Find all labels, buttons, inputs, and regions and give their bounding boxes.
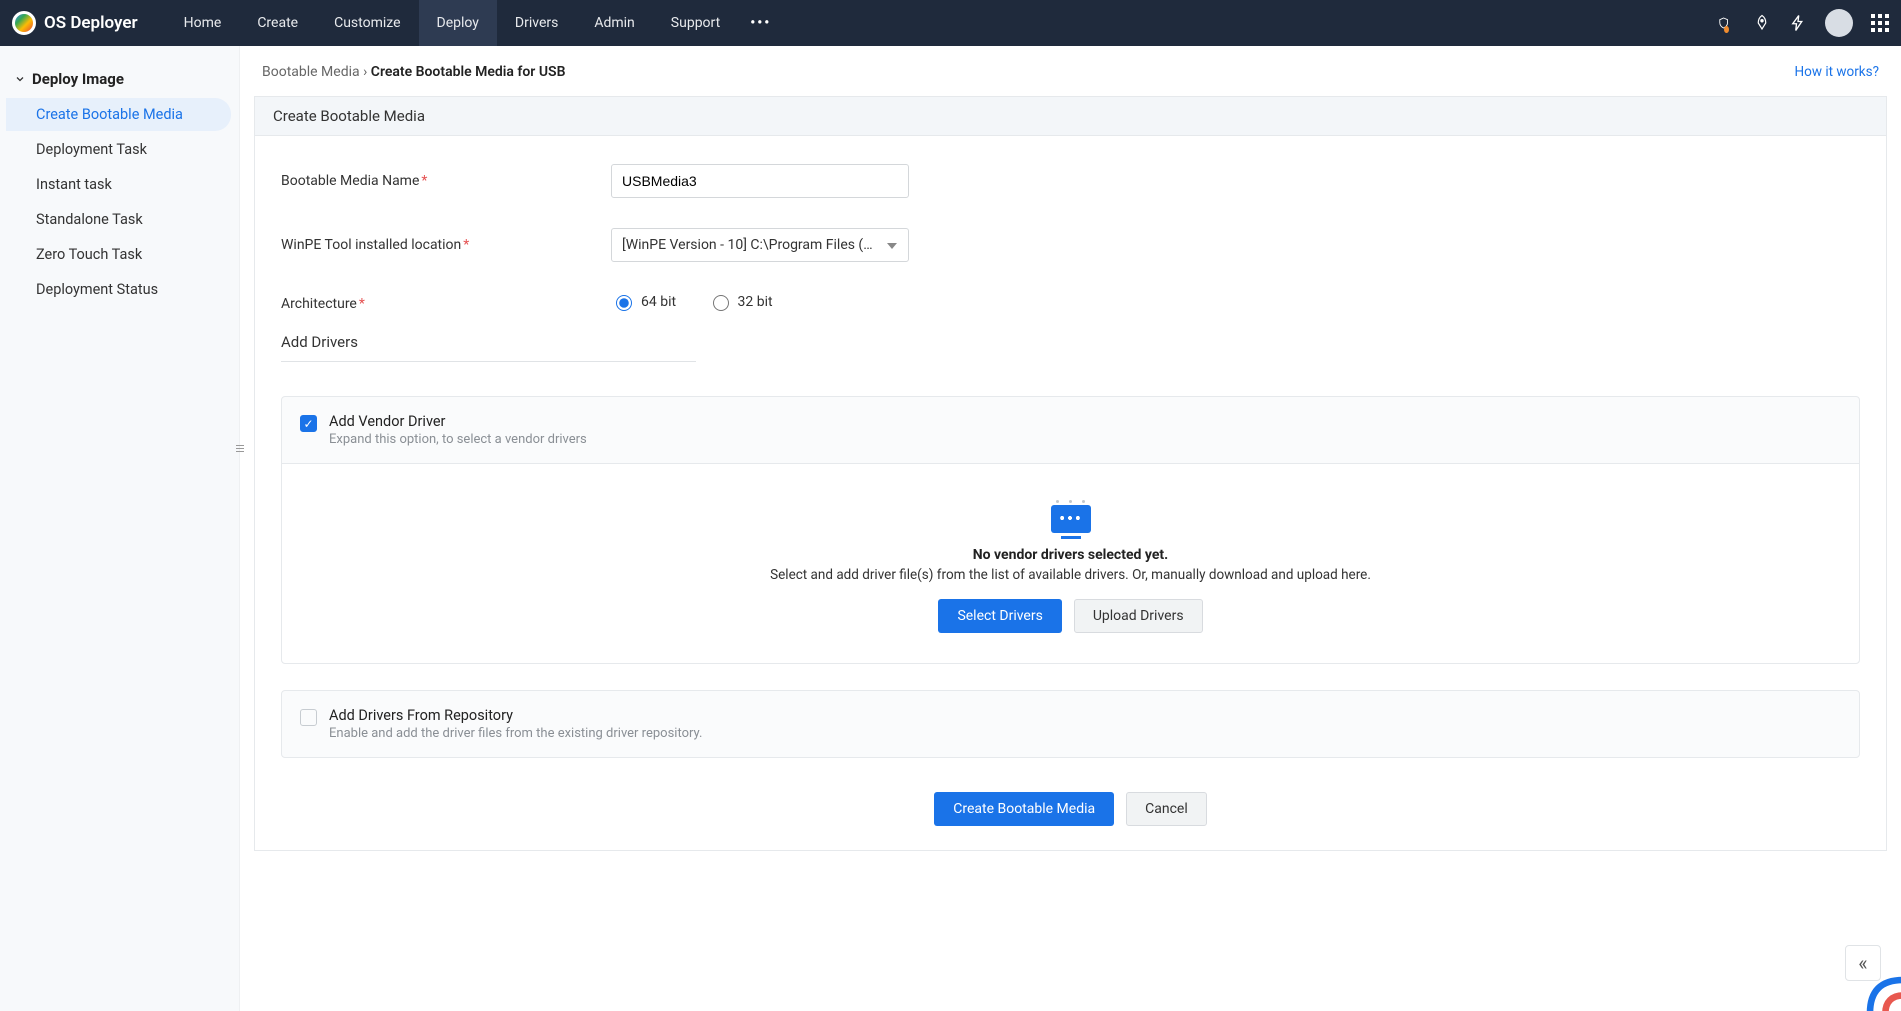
empty-drivers-title: No vendor drivers selected yet. xyxy=(302,547,1839,563)
winpe-location-select[interactable]: [WinPE Version - 10] C:\Program Files (x… xyxy=(611,228,909,262)
empty-monitor-icon xyxy=(1051,505,1091,533)
vendor-driver-checkbox[interactable] xyxy=(300,415,317,432)
nav-support[interactable]: Support xyxy=(653,0,738,46)
bolt-icon[interactable] xyxy=(1789,14,1807,32)
shield-icon[interactable] xyxy=(1717,14,1735,32)
nav-deploy[interactable]: Deploy xyxy=(419,0,497,46)
nav-admin[interactable]: Admin xyxy=(576,0,652,46)
sidebar-group-header[interactable]: Deploy Image xyxy=(0,64,239,94)
empty-drivers-subtitle: Select and add driver file(s) from the l… xyxy=(302,567,1839,583)
topbar-right xyxy=(1717,9,1889,37)
content-area: Bootable Media › Create Bootable Media f… xyxy=(240,46,1901,1011)
upload-drivers-button[interactable]: Upload Drivers xyxy=(1074,599,1203,633)
create-bootable-media-button[interactable]: Create Bootable Media xyxy=(934,792,1114,826)
nav-drivers[interactable]: Drivers xyxy=(497,0,576,46)
architecture-label: Architecture* xyxy=(281,296,611,312)
winpe-location-label: WinPE Tool installed location* xyxy=(281,237,611,253)
empty-dots-icon xyxy=(302,500,1839,503)
sidebar: Deploy Image Create Bootable Media Deplo… xyxy=(0,46,240,1011)
breadcrumb-separator: › xyxy=(363,64,371,80)
media-name-input[interactable] xyxy=(611,164,909,198)
repo-driver-block: Add Drivers From Repository Enable and a… xyxy=(281,690,1860,758)
sidebar-item-zero-touch-task[interactable]: Zero Touch Task xyxy=(6,238,231,271)
nav-customize[interactable]: Customize xyxy=(316,0,418,46)
sidebar-item-create-bootable-media[interactable]: Create Bootable Media xyxy=(6,98,231,131)
nav-home[interactable]: Home xyxy=(166,0,240,46)
sidebar-item-deployment-status[interactable]: Deployment Status xyxy=(6,273,231,306)
repo-driver-title: Add Drivers From Repository xyxy=(329,707,702,724)
select-drivers-button[interactable]: Select Drivers xyxy=(938,599,1061,633)
sidebar-item-standalone-task[interactable]: Standalone Task xyxy=(6,203,231,236)
sidebar-group-title: Deploy Image xyxy=(32,70,124,88)
avatar[interactable] xyxy=(1825,9,1853,37)
repo-driver-subtitle: Enable and add the driver files from the… xyxy=(329,726,702,741)
arch-64bit-radio[interactable]: 64 bit xyxy=(611,292,676,311)
nav-create[interactable]: Create xyxy=(239,0,316,46)
sidebar-item-instant-task[interactable]: Instant task xyxy=(6,168,231,201)
top-nav: Home Create Customize Deploy Drivers Adm… xyxy=(166,0,784,46)
panel-title: Create Bootable Media xyxy=(254,96,1887,136)
vendor-driver-title: Add Vendor Driver xyxy=(329,413,587,430)
sidebar-item-deployment-task[interactable]: Deployment Task xyxy=(6,133,231,166)
breadcrumb-parent[interactable]: Bootable Media xyxy=(262,64,360,80)
add-drivers-section-title: Add Drivers xyxy=(281,333,696,362)
vendor-driver-subtitle: Expand this option, to select a vendor d… xyxy=(329,432,587,447)
breadcrumb: Bootable Media › Create Bootable Media f… xyxy=(262,64,565,80)
apps-grid-icon[interactable] xyxy=(1871,14,1889,32)
arch-32bit-radio[interactable]: 32 bit xyxy=(708,292,773,311)
corner-decoration-icon xyxy=(1859,969,1901,1011)
architecture-radio-group: 64 bit 32 bit xyxy=(611,292,801,315)
how-it-works-link[interactable]: How it works? xyxy=(1795,64,1879,80)
top-bar: OS Deployer Home Create Customize Deploy… xyxy=(0,0,1901,46)
cancel-button[interactable]: Cancel xyxy=(1126,792,1207,826)
panel-body: Bootable Media Name* WinPE Tool installe… xyxy=(254,136,1887,851)
logo-icon xyxy=(12,11,36,35)
chevron-down-icon xyxy=(14,73,26,85)
app-logo: OS Deployer xyxy=(12,11,166,35)
nav-more-icon[interactable]: ••• xyxy=(738,0,783,46)
repo-driver-checkbox[interactable] xyxy=(300,709,317,726)
rocket-icon[interactable] xyxy=(1753,14,1771,32)
app-name: OS Deployer xyxy=(44,13,138,33)
breadcrumb-current: Create Bootable Media for USB xyxy=(371,64,566,80)
vendor-driver-block: Add Vendor Driver Expand this option, to… xyxy=(281,396,1860,664)
media-name-label: Bootable Media Name* xyxy=(281,173,611,189)
